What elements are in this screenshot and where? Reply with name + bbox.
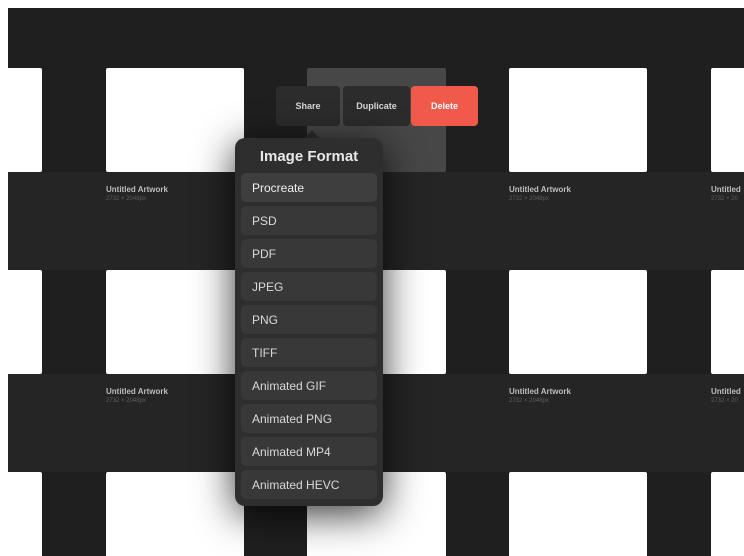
artwork-card[interactable] xyxy=(8,472,42,556)
format-item-procreate[interactable]: Procreate xyxy=(241,173,377,202)
artwork-thumbnail[interactable] xyxy=(711,472,744,556)
artwork-dimensions: 2732 × 20 xyxy=(711,398,738,404)
artwork-thumbnail[interactable] xyxy=(711,68,744,172)
artwork-card[interactable]: Untitled Artwork 2732 × 2048px xyxy=(509,270,647,410)
artwork-card[interactable]: Untitled 2732 × 20 xyxy=(711,68,744,208)
format-item-animated-gif[interactable]: Animated GIF xyxy=(241,371,377,400)
artwork-dimensions: 2732 × 2048px xyxy=(106,196,146,202)
artwork-thumbnail[interactable] xyxy=(8,68,42,172)
artwork-thumbnail[interactable] xyxy=(106,68,244,172)
delete-button[interactable]: Delete xyxy=(411,86,478,126)
artwork-title: Untitled Artwork xyxy=(509,387,571,396)
artwork-card[interactable] xyxy=(106,472,244,556)
artwork-thumbnail[interactable] xyxy=(711,270,744,374)
format-item-png[interactable]: PNG xyxy=(241,305,377,334)
artwork-card[interactable] xyxy=(711,472,744,556)
artwork-thumbnail[interactable] xyxy=(106,270,244,374)
artwork-card[interactable] xyxy=(8,270,42,376)
format-item-animated-mp4[interactable]: Animated MP4 xyxy=(241,437,377,466)
artwork-thumbnail[interactable] xyxy=(509,68,647,172)
artwork-card[interactable]: Untitled Artwork 2732 × 2048px xyxy=(509,68,647,208)
artwork-card[interactable]: Untitled 2732 × 20 xyxy=(711,270,744,410)
artwork-title: Untitled xyxy=(711,185,741,194)
image-format-popover: Image Format Procreate PSD PDF JPEG PNG … xyxy=(235,138,383,506)
format-item-tiff[interactable]: TIFF xyxy=(241,338,377,367)
artwork-dimensions: 2732 × 20 xyxy=(711,196,738,202)
gallery: Untitled Artwork 2732 × 2048px Untitled … xyxy=(8,8,744,556)
artwork-card[interactable]: Untitled Artwork 2732 × 2048px xyxy=(106,68,244,208)
share-button[interactable]: Share xyxy=(276,86,340,126)
artwork-title: Untitled xyxy=(711,387,741,396)
artwork-title: Untitled Artwork xyxy=(106,185,168,194)
artwork-card[interactable] xyxy=(8,68,42,174)
artwork-thumbnail[interactable] xyxy=(509,472,647,556)
artwork-card[interactable] xyxy=(509,472,647,556)
format-item-animated-hevc[interactable]: Animated HEVC xyxy=(241,470,377,499)
artwork-dimensions: 2732 × 2048px xyxy=(509,398,549,404)
artwork-thumbnail[interactable] xyxy=(8,472,42,556)
popover-title: Image Format xyxy=(259,148,359,165)
format-item-pdf[interactable]: PDF xyxy=(241,239,377,268)
artwork-title: Untitled Artwork xyxy=(509,185,571,194)
format-item-animated-png[interactable]: Animated PNG xyxy=(241,404,377,433)
artwork-thumbnail[interactable] xyxy=(106,472,244,556)
artwork-thumbnail[interactable] xyxy=(509,270,647,374)
artwork-title: Untitled Artwork xyxy=(106,387,168,396)
artwork-dimensions: 2732 × 2048px xyxy=(509,196,549,202)
duplicate-button[interactable]: Duplicate xyxy=(343,86,410,126)
format-item-jpeg[interactable]: JPEG xyxy=(241,272,377,301)
artwork-thumbnail[interactable] xyxy=(8,270,42,374)
artwork-dimensions: 2732 × 2048px xyxy=(106,398,146,404)
artwork-card[interactable]: Untitled Artwork 2732 × 2048px xyxy=(106,270,244,410)
format-item-psd[interactable]: PSD xyxy=(241,206,377,235)
